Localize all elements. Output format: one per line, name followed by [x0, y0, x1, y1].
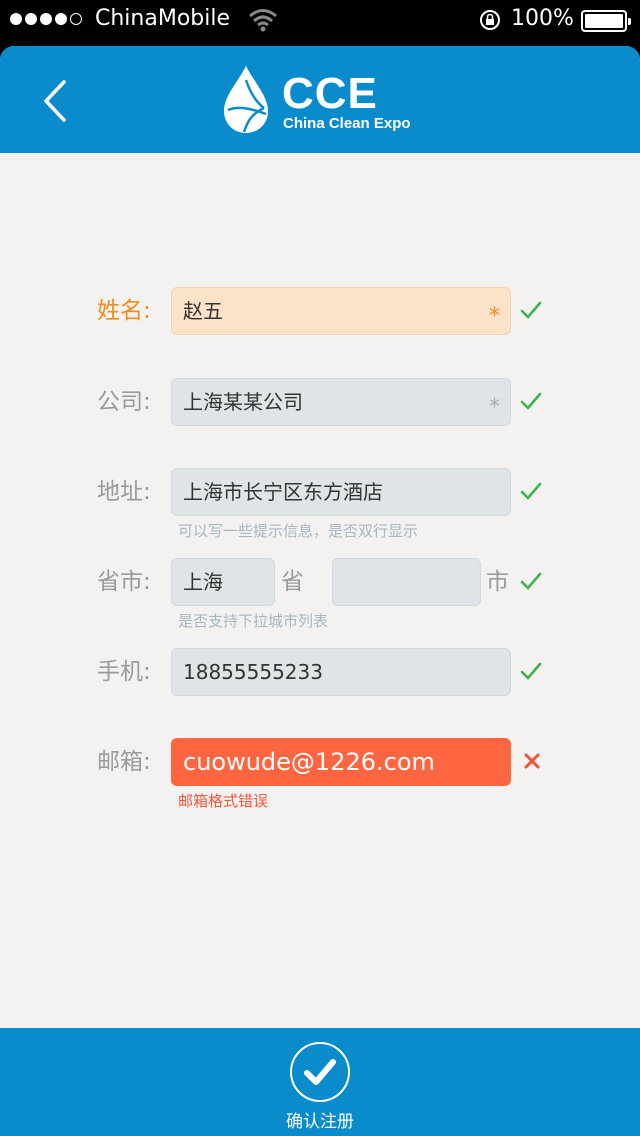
logo-subtitle: China Clean Expo — [283, 115, 411, 132]
carrier-name: ChinaMobile — [95, 6, 231, 31]
orientation-lock-icon — [480, 10, 500, 30]
city-input[interactable] — [332, 558, 481, 606]
phone-label: 手机: — [97, 659, 151, 685]
footer-bar: 确认注册 — [0, 1028, 640, 1136]
app-screen: CCE China Clean Expo 姓名: 赵五 * 公司: 上海某某公司… — [0, 46, 640, 1136]
valid-check-icon — [520, 572, 542, 590]
confirm-register-button[interactable] — [290, 1042, 350, 1102]
valid-check-icon — [520, 482, 542, 500]
province-city-hint: 是否支持下拉城市列表 — [178, 612, 329, 630]
header-bar: CCE China Clean Expo — [0, 46, 640, 153]
status-bar: ChinaMobile 100% — [0, 0, 640, 40]
required-star-icon: * — [489, 304, 500, 329]
name-value: 赵五 — [183, 299, 223, 323]
address-input[interactable]: 上海市长宁区东方酒店 — [171, 468, 511, 516]
email-label: 邮箱: — [97, 749, 151, 775]
province-value: 上海 — [183, 570, 223, 594]
checkmark-icon — [304, 1059, 336, 1085]
address-label: 地址: — [97, 479, 151, 505]
phone-input[interactable]: 18855555233 — [171, 648, 511, 696]
city-unit: 市 — [486, 569, 509, 595]
province-city-label: 省市: — [97, 569, 151, 595]
logo-title: CCE — [282, 69, 378, 118]
battery-percentage: 100% — [511, 6, 574, 31]
email-value: cuowude@1226.com — [183, 748, 435, 776]
email-error-message: 邮箱格式错误 — [178, 792, 269, 810]
required-star-icon: * — [489, 395, 500, 420]
province-unit: 省 — [281, 569, 304, 595]
valid-check-icon — [520, 301, 542, 319]
error-cross-icon — [524, 753, 540, 769]
signal-strength-icon — [10, 13, 82, 25]
name-label: 姓名: — [97, 298, 151, 324]
company-input[interactable]: 上海某某公司 * — [171, 378, 511, 426]
confirm-register-label[interactable]: 确认注册 — [0, 1107, 640, 1132]
cce-logo: CCE China Clean Expo — [220, 64, 430, 136]
address-value: 上海市长宁区东方酒店 — [183, 480, 383, 504]
valid-check-icon — [520, 662, 542, 680]
battery-icon — [581, 10, 631, 32]
water-drop-icon — [224, 66, 268, 133]
address-hint: 可以写一些提示信息，是否双行显示 — [178, 522, 419, 540]
phone-value: 18855555233 — [183, 660, 323, 684]
name-input[interactable]: 赵五 * — [171, 287, 511, 335]
email-input[interactable]: cuowude@1226.com — [171, 738, 511, 786]
back-chevron-icon[interactable] — [38, 78, 78, 124]
wifi-icon — [249, 9, 277, 32]
company-label: 公司: — [97, 389, 151, 415]
province-input[interactable]: 上海 — [171, 558, 275, 606]
valid-check-icon — [520, 392, 542, 410]
company-value: 上海某某公司 — [183, 390, 303, 414]
